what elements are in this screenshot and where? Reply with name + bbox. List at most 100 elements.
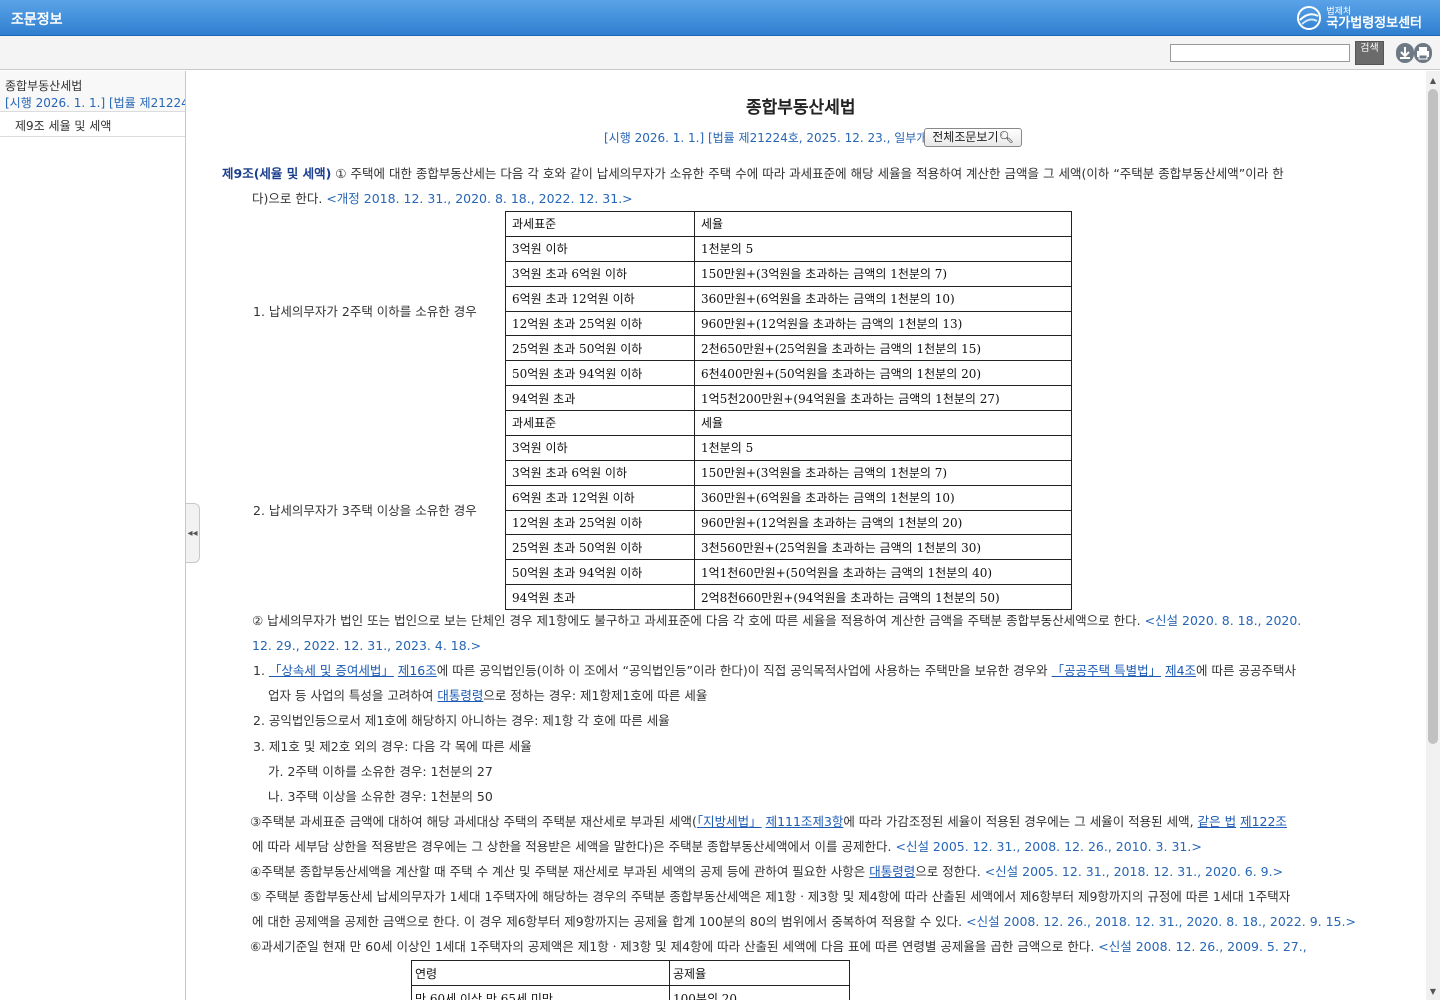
table-row: 50억원 초과 94억원 이하 1억1천60만원+(50억원을 초과하는 금액의 …	[505, 559, 1072, 586]
amend-note: <신설 2008. 12. 26., 2009. 5. 27.,	[1098, 939, 1307, 954]
law-link[interactable]: 「지방세법」	[697, 814, 762, 829]
double-chevron-left-icon: ◂◂	[187, 527, 198, 539]
magnifier-icon: 🔍︎	[998, 130, 1014, 144]
table-cell: 3억원 이하	[505, 434, 695, 461]
table-cell: 50억원 초과 94억원 이하	[505, 360, 695, 387]
amend-note: <개정 2018. 12. 31., 2020. 8. 18., 2022. 1…	[326, 191, 633, 206]
paragraph-6-text: ⑥과세기준일 현재 만 60세 이상인 1세대 1주택자의 공제액은 제1항ㆍ제…	[250, 939, 1099, 954]
decree-link[interactable]: 대통령령	[869, 864, 915, 879]
table-cell: 960만원+(12억원을 초과하는 금액의 1천분의 13)	[694, 310, 1072, 337]
search-bar: 검색	[0, 36, 1440, 70]
scrollbar-thumb[interactable]	[1428, 89, 1438, 744]
collapse-panel-toggle[interactable]: ◂◂	[186, 503, 200, 563]
table-cell: 100분의 20	[669, 985, 850, 1000]
paragraph-2-text: ② 납세의무자가 법인 또는 법인으로 보는 단체인 경우 제1항에도 불구하고…	[252, 613, 1145, 628]
table-cell: 3억원 초과 6억원 이하	[505, 459, 695, 486]
article-link[interactable]: 제4조	[1165, 663, 1196, 678]
amend-note: <신설 2005. 12. 31., 2008. 12. 26., 2010. …	[895, 839, 1202, 854]
amend-note: <신설 2020. 8. 18., 2020.	[1144, 613, 1302, 628]
scroll-down-icon[interactable]: ▼	[1426, 986, 1440, 998]
paragraph-2-cont: 12. 29., 2022. 12. 31., 2023. 4. 18.>	[252, 633, 481, 658]
paragraph-1-text-cont: 다)으로 한다.	[252, 191, 327, 206]
tax-rate-table-2: 과세표준 세율 3억원 이하 1천분의 5 3억원 초과 6억원 이하 150만원+(3억…	[505, 410, 1072, 611]
paragraph-3: ③주택분 과세표준 금액에 대하여 해당 과세대상 주택의 주택분 재산세로 부…	[250, 809, 1287, 834]
article-link[interactable]: 제122조	[1240, 814, 1287, 829]
table-cell: 360만원+(6억원을 초과하는 금액의 1천분의 10)	[694, 484, 1072, 511]
search-input[interactable]	[1170, 44, 1350, 62]
table-cell: 25억원 초과 50억원 이하	[505, 534, 695, 561]
table-cell: 150만원+(3억원을 초과하는 금액의 1천분의 7)	[694, 459, 1072, 486]
table-cell: 94억원 초과	[505, 385, 695, 412]
sidebar-law-meta: [시행 2026. 1. 1.] [법률 제21224호	[5, 96, 186, 110]
table-cell: 2억8천660만원+(94억원을 초과하는 금액의 1천분의 50)	[694, 584, 1072, 611]
brand-name: 국가법령정보센터	[1326, 16, 1422, 31]
law-meta: [시행 2026. 1. 1.] [법률 제21224호, 2025. 12. …	[604, 131, 944, 145]
table-cell: 960만원+(12억원을 초과하는 금액의 1천분의 20)	[694, 509, 1072, 536]
table-cell: 6억원 초과 12억원 이하	[505, 484, 695, 511]
decree-link[interactable]: 대통령령	[437, 688, 483, 703]
article-link[interactable]: 제16조	[398, 663, 437, 678]
table-row: 94억원 초과 1억5천200만원+(94억원을 초과하는 금액의 1천분의 27…	[505, 385, 1072, 412]
paragraph-5: ⑤ 주택분 종합부동산세 납세의무자가 1세대 1주택자에 해당하는 경우의 주…	[250, 889, 1291, 904]
paragraph-1-cont: 다)으로 한다. <개정 2018. 12. 31., 2020. 8. 18.…	[252, 186, 633, 211]
page-header-title: 조문정보	[11, 12, 63, 28]
table-cell: 만 60세 이상 만 65세 미만	[411, 985, 670, 1000]
table-header-cell: 공제율	[669, 960, 850, 986]
law-link[interactable]: 「상속세 및 증여세법」	[269, 663, 394, 678]
table-row: 3억원 이하 1천분의 5	[505, 434, 1072, 461]
table-row: 50억원 초과 94억원 이하 6천400만원+(50억원을 초과하는 금액의 1…	[505, 360, 1072, 387]
item-3-a: 가. 2주택 이하를 소유한 경우: 1천분의 27	[268, 764, 493, 779]
tax-rate-table-1: 과세표준 세율 3억원 이하 1천분의 5 3억원 초과 6억원 이하 150만원+(3억…	[505, 211, 1072, 412]
table-header-row: 과세표준 세율	[505, 410, 1072, 436]
case-1-label: 1. 납세의무자가 2주택 이하를 소유한 경우	[253, 304, 477, 319]
search-button[interactable]: 검색	[1355, 41, 1384, 65]
sidebar-law-header[interactable]: 종합부동산세법 [시행 2026. 1. 1.] [법률 제21224호	[0, 71, 185, 112]
law-title: 종합부동산세법	[746, 98, 856, 118]
item-1-text-end: 에 따른 공공주택사	[1196, 663, 1296, 678]
table-header-row: 과세표준 세율	[505, 211, 1072, 237]
item-1-text-end: 으로 정하는 경우: 제1항제1호에 따른 세율	[483, 688, 708, 703]
sidebar-item-article-9[interactable]: 제9조 세율 및 세액	[0, 112, 185, 137]
table-row: 25억원 초과 50억원 이하 3천560만원+(25억원을 초과하는 금액의 1…	[505, 534, 1072, 561]
table-row: 94억원 초과 2억8천660만원+(94억원을 초과하는 금액의 1천분의 50…	[505, 584, 1072, 611]
item-1-number: 1.	[253, 663, 269, 678]
paragraph-5-text-cont: 에 대한 공제액을 공제한 금액으로 한다. 이 경우 제6항부터 제9항까지는…	[252, 914, 967, 929]
scroll-up-icon[interactable]: ▲	[1426, 75, 1440, 87]
brand-logo[interactable]: 법제처 국가법령정보센터	[1296, 4, 1422, 32]
table-cell: 6억원 초과 12억원 이하	[505, 285, 695, 312]
table-cell: 1천분의 5	[694, 235, 1072, 262]
amend-note: <신설 2005. 12. 31., 2018. 12. 31., 2020. …	[984, 864, 1284, 879]
table-cell: 2천650만원+(25억원을 초과하는 금액의 1천분의 15)	[694, 335, 1072, 362]
fulltext-button-label: 전체조문보기	[932, 130, 999, 144]
case-2-label: 2. 납세의무자가 3주택 이상을 소유한 경우	[253, 503, 477, 518]
article-link[interactable]: 제111조	[766, 814, 813, 829]
print-icon[interactable]	[1414, 43, 1432, 63]
table-row: 3억원 초과 6억원 이하 150만원+(3억원을 초과하는 금액의 1천분의 7…	[505, 459, 1072, 486]
table-cell: 50억원 초과 94억원 이하	[505, 559, 695, 586]
article-content: 종합부동산세법 [시행 2026. 1. 1.] [법률 제21224호, 20…	[200, 71, 1426, 1000]
vertical-scrollbar[interactable]: ▲ ▼	[1426, 71, 1440, 1000]
table-cell: 1천분의 5	[694, 434, 1072, 461]
paragraph-2: ② 납세의무자가 법인 또는 법인으로 보는 단체인 경우 제1항에도 불구하고…	[252, 608, 1301, 633]
age-deduction-table: 연령 공제율 만 60세 이상 만 65세 미만 100분의 20	[411, 960, 850, 1000]
table-cell: 6천400만원+(50억원을 초과하는 금액의 1천분의 20)	[694, 360, 1072, 387]
top-header: 조문정보 법제처 국가법령정보센터	[0, 0, 1440, 36]
table-row: 3억원 초과 6억원 이하 150만원+(3억원을 초과하는 금액의 1천분의 7…	[505, 260, 1072, 287]
table-cell: 3억원 초과 6억원 이하	[505, 260, 695, 287]
table-row: 3억원 이하 1천분의 5	[505, 235, 1072, 262]
paragraph-4-text: ④주택분 종합부동산세액을 계산할 때 주택 수 계산 및 주택분 재산세로 부…	[250, 864, 870, 879]
left-panel: 종합부동산세법 [시행 2026. 1. 1.] [법률 제21224호 제9조…	[0, 71, 186, 1000]
paragraph-4: ④주택분 종합부동산세액을 계산할 때 주택 수 계산 및 주택분 재산세로 부…	[250, 859, 1283, 884]
law-link[interactable]: 「공공주택 특별법」	[1052, 663, 1161, 678]
item-3-b: 나. 3주택 이상을 소유한 경우: 1천분의 50	[268, 789, 493, 804]
item-1-text-cont: 업자 등 사업의 특성을 고려하여	[268, 688, 438, 703]
table-header-row: 연령 공제율	[411, 960, 850, 986]
clause-link[interactable]: 제3항	[812, 814, 843, 829]
paragraph-1: 제9조(세율 및 세액) ① 주택에 대한 종합부동산세는 다음 각 호와 같이…	[222, 161, 1284, 186]
paragraph-3-text-cont: 에 따라 세부담 상한을 적용받은 경우에는 그 상한을 적용받은 세액을 말한…	[252, 839, 896, 854]
law-link[interactable]: 같은 법	[1198, 814, 1236, 829]
item-1-cont: 업자 등 사업의 특성을 고려하여 대통령령으로 정하는 경우: 제1항제1호에…	[268, 683, 707, 708]
table-header-cell: 과세표준	[505, 211, 695, 237]
fulltext-button[interactable]: 전체조문보기🔍︎	[924, 128, 1022, 147]
download-icon[interactable]	[1396, 43, 1414, 63]
